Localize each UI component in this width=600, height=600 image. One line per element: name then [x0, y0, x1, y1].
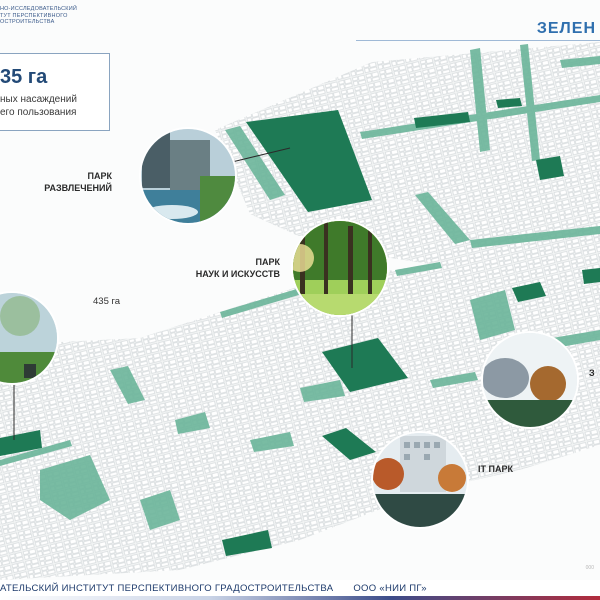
label-entertainment-park-line1: ПАРК [87, 171, 112, 181]
footer-text: АТЕЛЬСКИЙ ИНСТИТУТ ПЕРСПЕКТИВНОГО ГРАДОС… [0, 583, 427, 594]
stat-caption-line1: ных насаждений [0, 94, 77, 105]
organization-name: НО-ИССЛЕДОВАТЕЛЬСКИЙ ТУТ ПЕРСПЕКТИВНОГО … [0, 6, 77, 26]
photo-it-park [371, 431, 469, 529]
stat-card [0, 53, 110, 131]
page-number: 000 [585, 565, 594, 571]
area-label: 435 га [93, 296, 121, 307]
label-entertainment-park: ПАРК РАЗВЛЕЧЕНИЙ [36, 170, 112, 194]
label-science-park: ПАРК НАУК И ИСКУССТВ [180, 256, 280, 280]
stat-value: 35 га [0, 66, 48, 88]
footer-institute: АТЕЛЬСКИЙ ИНСТИТУТ ПЕРСПЕКТИВНОГО ГРАДОС… [0, 583, 334, 594]
footer-gradient-bar [0, 596, 600, 600]
footer-company: ООО «НИИ ПГ» [353, 583, 427, 594]
title-divider [356, 40, 600, 41]
org-line-1: НО-ИССЛЕДОВАТЕЛЬСКИЙ [0, 6, 78, 12]
label-it-park: IT ПАРК [478, 463, 518, 475]
label-right-park: З [589, 367, 599, 379]
page-title: ЗЕЛЕН [536, 20, 596, 37]
label-right-park-line1: З [589, 368, 595, 378]
label-science-park-line1: ПАРК [255, 257, 280, 267]
label-it-park-line1: IT ПАРК [478, 464, 513, 474]
photo-right-park [481, 331, 579, 429]
label-science-park-line2: НАУК И ИСКУССТВ [195, 269, 280, 279]
slide: НО-ИССЛЕДОВАТЕЛЬСКИЙ ТУТ ПЕРСПЕКТИВНОГО … [0, 0, 600, 600]
stat-caption-line2: его пользования [0, 107, 77, 118]
label-entertainment-park-line2: РАЗВЛЕЧЕНИЙ [44, 183, 112, 193]
org-line-3: ОСТРОИТЕЛЬСТВА [0, 19, 55, 25]
